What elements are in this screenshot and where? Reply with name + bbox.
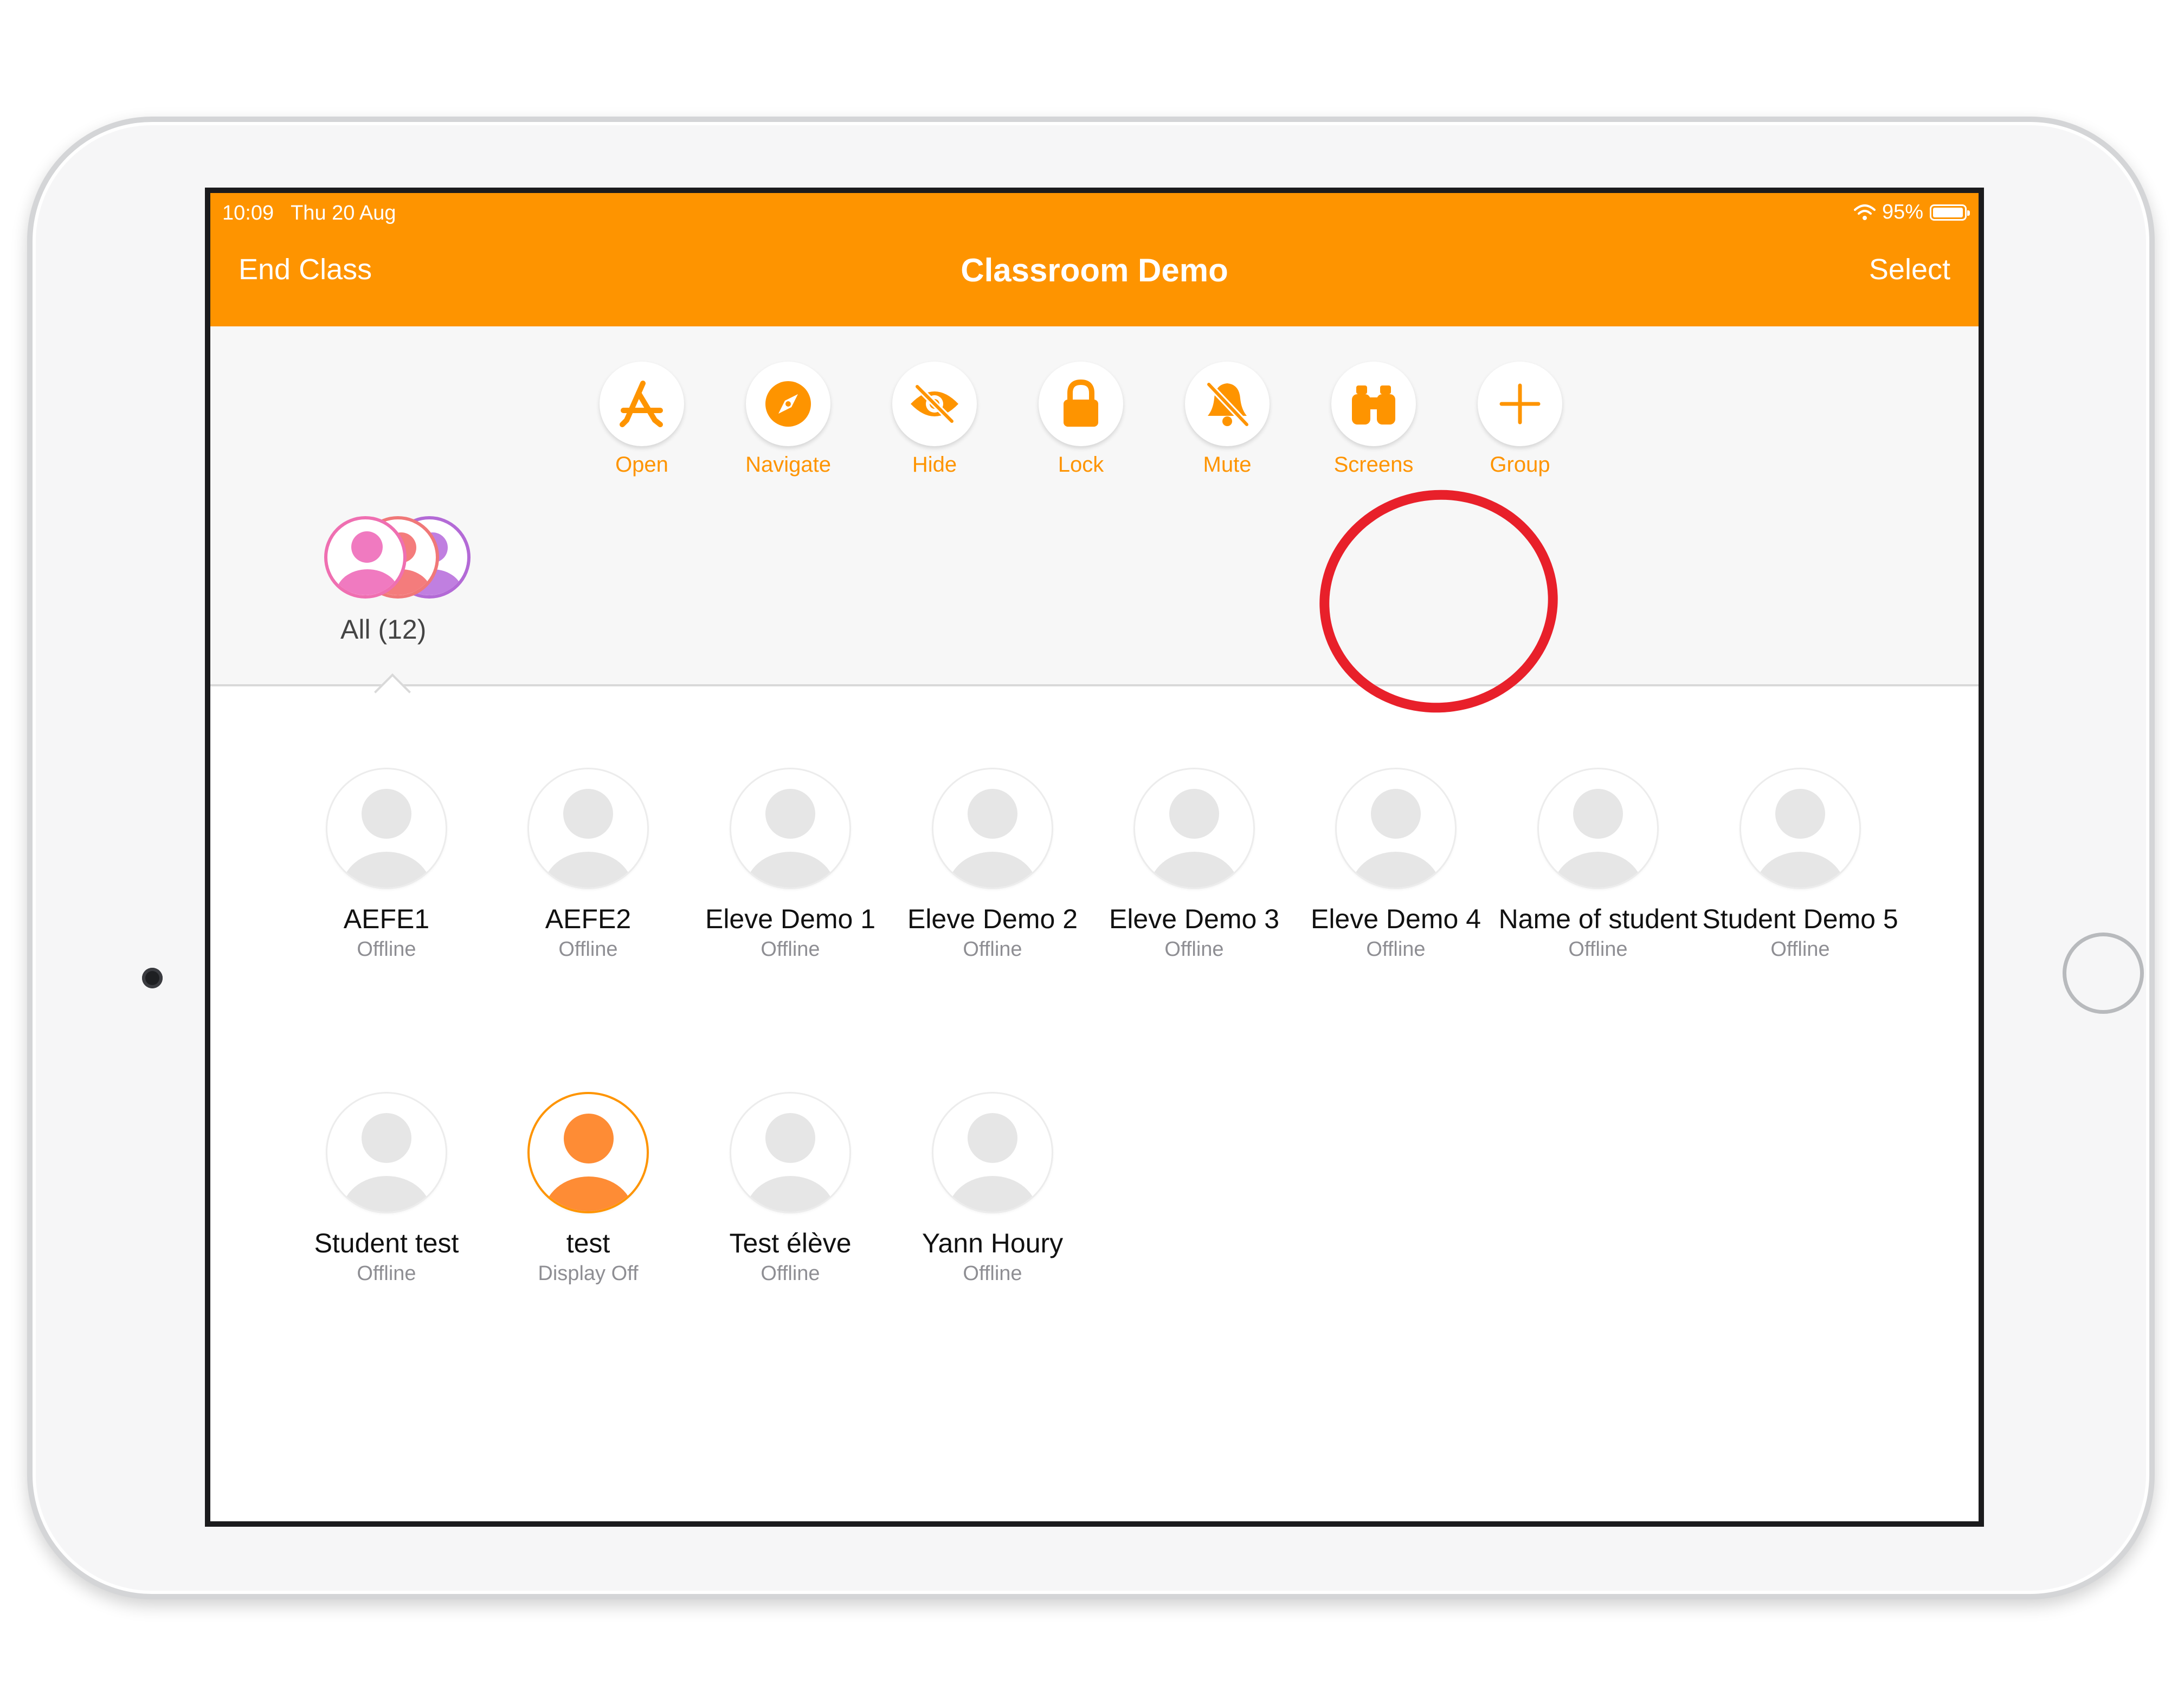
screen: 10:09 Thu 20 Aug 95% End Class Classroom… <box>205 188 1984 1527</box>
hide-action[interactable]: Hide <box>875 362 994 477</box>
compass-icon <box>765 381 811 427</box>
student-name: Eleve Demo 2 <box>907 904 1078 934</box>
student-card[interactable]: AEFE2 Offline <box>488 768 688 961</box>
lock-icon <box>1064 379 1098 427</box>
student-name: Yann Houry <box>922 1228 1064 1258</box>
student-name: Eleve Demo 4 <box>1310 904 1481 934</box>
screens-label: Screens <box>1333 453 1414 477</box>
battery-icon <box>1930 204 1970 221</box>
open-action[interactable]: Open <box>582 362 701 477</box>
mute-action[interactable]: Mute <box>1168 362 1287 477</box>
student-name: Student Demo 5 <box>1702 904 1898 934</box>
select-button[interactable]: Select <box>1869 253 1950 286</box>
home-button[interactable] <box>2063 933 2144 1014</box>
plus-icon <box>1499 383 1541 425</box>
student-card[interactable]: test Display Off <box>488 1092 688 1285</box>
student-status: Offline <box>761 1262 820 1285</box>
student-card[interactable]: AEFE1 Offline <box>286 768 487 961</box>
student-card[interactable]: Student Demo 5 Offline <box>1700 768 1900 961</box>
screens-action[interactable]: Screens <box>1314 362 1433 477</box>
student-status: Offline <box>1164 938 1224 961</box>
status-time: 10:09 Thu 20 Aug <box>222 202 396 225</box>
avatar <box>932 1092 1053 1213</box>
eye-slash-icon <box>911 383 958 425</box>
avatar <box>527 768 649 889</box>
app-store-icon <box>620 381 663 427</box>
student-name: Eleve Demo 1 <box>705 904 876 934</box>
actions-toolbar: Open Navigate Hide Lock Mute Screens Gro… <box>210 326 1979 686</box>
student-status: Offline <box>963 938 1022 961</box>
all-group-button[interactable] <box>324 516 476 603</box>
avatar <box>527 1092 649 1213</box>
navigate-label: Navigate <box>745 453 831 477</box>
all-group-label: All (12) <box>340 614 427 645</box>
student-name: Student test <box>314 1228 459 1258</box>
avatar <box>326 1092 447 1213</box>
student-status: Display Off <box>538 1262 639 1285</box>
wifi-icon <box>1853 204 1876 220</box>
student-name: Eleve Demo 3 <box>1109 904 1280 934</box>
group-label: Group <box>1490 453 1550 477</box>
binoculars-icon <box>1352 385 1395 425</box>
avatar <box>1740 768 1861 889</box>
navigation-header: 10:09 Thu 20 Aug 95% End Class Classroom… <box>210 193 1979 326</box>
navigate-action[interactable]: Navigate <box>729 362 848 477</box>
avatar <box>1537 768 1659 889</box>
student-card[interactable]: Yann Houry Offline <box>892 1092 1093 1285</box>
student-card[interactable]: Student test Offline <box>286 1092 487 1285</box>
avatar <box>1133 768 1255 889</box>
student-status: Offline <box>963 1262 1022 1285</box>
avatar <box>730 768 851 889</box>
student-name: test <box>566 1228 610 1258</box>
student-status: Offline <box>1568 938 1628 961</box>
group-action[interactable]: Group <box>1460 362 1580 477</box>
student-name: Test élève <box>729 1228 852 1258</box>
student-card[interactable]: Name of student Offline <box>1498 768 1698 961</box>
battery-percent: 95% <box>1882 201 1923 223</box>
student-card[interactable]: Eleve Demo 1 Offline <box>690 768 891 961</box>
student-status: Offline <box>357 938 416 961</box>
status-indicators: 95% <box>1853 201 1970 224</box>
hide-label: Hide <box>912 453 957 477</box>
student-card[interactable]: Eleve Demo 3 Offline <box>1094 768 1294 961</box>
group-avatar-front <box>324 516 407 599</box>
student-name: AEFE1 <box>343 904 430 934</box>
student-status: Offline <box>357 1262 416 1285</box>
student-name: Name of student <box>1498 904 1698 934</box>
student-status: Offline <box>558 938 618 961</box>
student-card[interactable]: Eleve Demo 2 Offline <box>892 768 1093 961</box>
student-status: Offline <box>1366 938 1426 961</box>
student-card[interactable]: Eleve Demo 4 Offline <box>1296 768 1496 961</box>
open-label: Open <box>615 453 668 477</box>
student-status: Offline <box>1770 938 1830 961</box>
bell-slash-icon <box>1206 381 1250 428</box>
student-card[interactable]: Test élève Offline <box>690 1092 891 1285</box>
status-date: Thu 20 Aug <box>291 202 396 224</box>
avatar <box>1335 768 1457 889</box>
avatar <box>326 768 447 889</box>
status-clock: 10:09 <box>222 202 274 224</box>
lock-label: Lock <box>1058 453 1104 477</box>
lock-action[interactable]: Lock <box>1021 362 1141 477</box>
front-camera <box>142 968 163 988</box>
mute-label: Mute <box>1203 453 1252 477</box>
avatar <box>932 768 1053 889</box>
student-status: Offline <box>761 938 820 961</box>
avatar <box>730 1092 851 1213</box>
page-title: Classroom Demo <box>961 252 1228 288</box>
student-name: AEFE2 <box>545 904 632 934</box>
